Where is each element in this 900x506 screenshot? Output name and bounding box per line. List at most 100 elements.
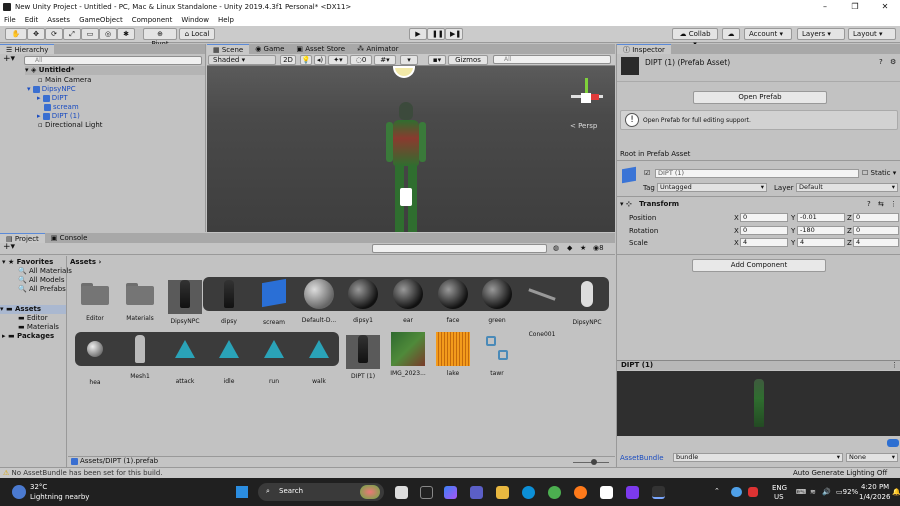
collab-button[interactable]: ☁ Collab ▾ [672, 28, 718, 48]
position-x-field[interactable]: 0 [740, 213, 788, 222]
breadcrumb[interactable]: Assets › [70, 258, 101, 267]
custom-tool-button[interactable]: ✱ [117, 28, 135, 40]
position-y-field[interactable]: -0.01 [797, 213, 845, 222]
assets-editor-folder[interactable]: ▬ Editor [18, 314, 48, 323]
assetbundle-variant-dropdown[interactable]: None ▾ [846, 453, 898, 462]
asset-dipsynpc[interactable]: DipsyNPC [163, 277, 207, 325]
assets-materials-folder[interactable]: ▬ Materials [18, 323, 59, 332]
asset-walk[interactable]: walk [297, 332, 341, 385]
weather-icon[interactable] [12, 485, 26, 499]
transform-preset-icon[interactable]: ⇆ [878, 200, 884, 209]
render-mode-icon[interactable]: ▪▾ [428, 55, 446, 65]
menu-file[interactable]: File [4, 16, 16, 24]
transform-tool-button[interactable]: ◎ [99, 28, 117, 40]
windows-start-icon[interactable] [236, 486, 248, 498]
hidden-objects-toggle[interactable]: ◌0 [350, 55, 372, 65]
edge-icon[interactable] [522, 486, 535, 499]
hierarchy-item-scream[interactable]: scream [44, 103, 79, 112]
orientation-gizmo[interactable] [563, 74, 611, 122]
hierarchy-item-main-camera[interactable]: ▫ Main Camera [38, 76, 91, 85]
menu-window[interactable]: Window [181, 16, 209, 24]
tab-asset-store[interactable]: ▣ Asset Store [290, 44, 351, 54]
asset-editor[interactable]: Editor [73, 277, 117, 322]
packages-folder[interactable]: ▸ ▬ Packages [2, 332, 54, 341]
maximize-button[interactable]: ❐ [840, 0, 870, 14]
app-icon[interactable] [626, 486, 639, 499]
favorites-header[interactable]: ▾ ★ Favorites [2, 258, 53, 267]
gizmos-dropdown[interactable]: Gizmos ▾ [448, 55, 488, 72]
character-model[interactable] [386, 102, 426, 232]
scale-y-field[interactable]: 4 [797, 238, 845, 247]
tab-console[interactable]: ▣ Console [45, 233, 94, 243]
taskbar-search-input[interactable]: ⌕ Search [258, 483, 384, 501]
audio-toggle-icon[interactable]: ◂) [314, 55, 326, 65]
weather-temp[interactable]: 32°C [30, 483, 47, 491]
rotation-y-field[interactable]: -180 [797, 226, 845, 235]
scale-x-field[interactable]: 4 [740, 238, 788, 247]
keyboard-icon[interactable]: ⌨ [796, 488, 806, 496]
favorites-all-materials[interactable]: 🔍 All Materials [18, 267, 72, 276]
hierarchy-item-dipt[interactable]: ▸ DIPT [37, 94, 68, 103]
scene-root[interactable]: ▾ ◈ Untitled* [25, 66, 205, 75]
play-button[interactable]: ▶ [409, 28, 427, 40]
asset-attack[interactable]: attack [163, 332, 207, 385]
create-button[interactable]: +▾ [3, 55, 15, 64]
region-indicator[interactable]: US [774, 493, 784, 501]
layers-dropdown[interactable]: Layers ▾ [797, 28, 845, 40]
assetbundle-dropdown[interactable]: bundle ▾ [673, 453, 843, 462]
rotation-z-field[interactable]: 0 [853, 226, 899, 235]
menu-component[interactable]: Component [132, 16, 173, 24]
tab-game[interactable]: ◉ Game [249, 44, 290, 54]
scale-z-field[interactable]: 4 [853, 238, 899, 247]
menu-assets[interactable]: Assets [47, 16, 70, 24]
tab-hierarchy[interactable]: ☰ Hierarchy [0, 44, 55, 54]
asset-cone001[interactable]: Cone001 [520, 277, 564, 338]
menu-gameobject[interactable]: GameObject [79, 16, 123, 24]
grid-toggle-icon[interactable]: #▾ [374, 55, 396, 65]
move-tool-button[interactable]: ✥ [27, 28, 45, 40]
asset-idle[interactable]: idle [207, 332, 251, 385]
local-button[interactable]: ⌂ Local [179, 28, 215, 40]
active-checkbox[interactable]: ☑ [644, 169, 650, 178]
preview-title[interactable]: DIPT (1) [621, 361, 653, 370]
transform-menu-icon[interactable]: ⋮ [890, 200, 897, 209]
firefox-icon[interactable] [574, 486, 587, 499]
asset-green[interactable]: green [475, 277, 519, 324]
effects-dropdown[interactable]: ✦▾ [328, 55, 348, 65]
asset-default-material[interactable]: Default-D... [297, 277, 341, 324]
security-tray-icon[interactable] [748, 487, 758, 497]
cloud-tray-icon[interactable] [731, 487, 742, 497]
preview-menu-icon[interactable]: ⋮ [891, 361, 898, 370]
rect-tool-button[interactable]: ▭ [81, 28, 99, 40]
tab-scene[interactable]: ▦ Scene [207, 44, 250, 54]
asset-hea[interactable]: hea [73, 332, 117, 386]
pivot-button[interactable]: ⊕ Pivot [143, 28, 177, 48]
rotate-tool-button[interactable]: ⟳ [45, 28, 63, 40]
tray-chevron-icon[interactable]: ⌃ [714, 487, 720, 495]
battery-status[interactable]: ▭92% [836, 488, 858, 496]
status-message[interactable]: ⚠ No AssetBundle has been set for this b… [3, 469, 163, 478]
account-dropdown[interactable]: Account ▾ [744, 28, 792, 40]
cloud-icon[interactable]: ☁ [722, 28, 740, 40]
2d-toggle[interactable]: 2D [280, 55, 296, 65]
minimize-button[interactable]: – [810, 0, 840, 14]
asset-run[interactable]: run [252, 332, 296, 385]
asset-scream[interactable]: scream [252, 277, 296, 326]
asset-materials[interactable]: Materials [118, 277, 162, 322]
position-z-field[interactable]: 0 [853, 213, 899, 222]
add-component-button[interactable]: Add Component [692, 259, 826, 272]
menu-edit[interactable]: Edit [25, 16, 39, 24]
asset-img-2023[interactable]: IMG_2023... [386, 332, 430, 377]
amazon-icon[interactable] [600, 486, 613, 499]
rotation-x-field[interactable]: 0 [740, 226, 788, 235]
search-by-type-icon[interactable]: ◍ [553, 244, 559, 253]
asset-dipsy1[interactable]: dipsy1 [341, 277, 385, 324]
visibility-icon[interactable]: ◉8 [593, 244, 604, 253]
perspective-label[interactable]: < Persp [570, 122, 597, 130]
project-create-button[interactable]: +▾ [3, 243, 15, 252]
pause-button[interactable]: ❚❚ [427, 28, 445, 40]
lighting-toggle-icon[interactable]: 💡 [300, 55, 312, 65]
search-by-label-icon[interactable]: ◆ [567, 244, 572, 253]
static-checkbox[interactable]: ☐ Static ▾ [862, 169, 896, 178]
volume-icon[interactable]: 🔊 [822, 488, 831, 496]
